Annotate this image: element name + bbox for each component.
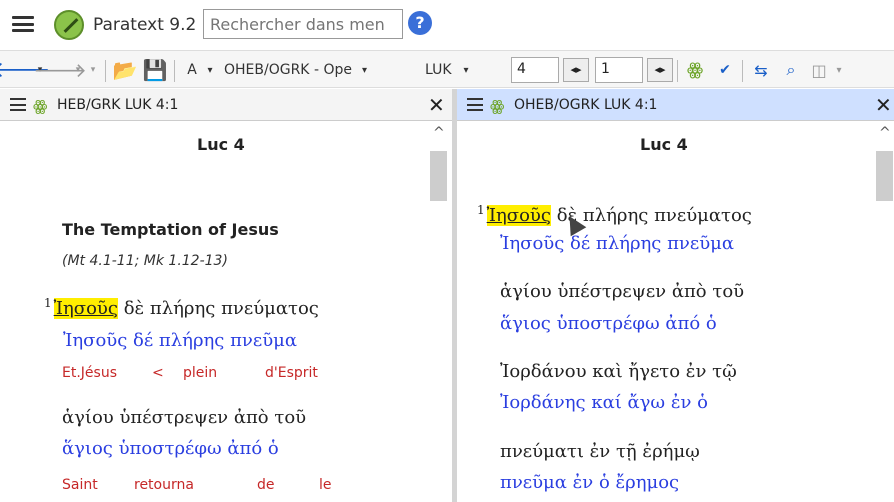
section-heading: The Temptation of Jesus <box>62 220 279 239</box>
book-selector[interactable]: LUK ▾ <box>425 51 473 89</box>
toolbar-separator <box>174 60 175 82</box>
gloss-word: plein <box>183 365 218 381</box>
lemma-line: Ἰορδάνης καί ἄγω ἐν ὁ <box>500 392 708 413</box>
right-text-pane: ꙮ OHEB/OGRK LUK 4:1 ✕ ^ Luc 4 1 Ἰησοῦς δὲ… <box>457 89 894 502</box>
greek-line: Ἰορδάνου καὶ ἤγετο ἐν τῷ <box>500 361 737 382</box>
close-icon[interactable]: ✕ <box>428 93 445 117</box>
checklist-icon[interactable]: ✔ <box>712 51 738 89</box>
lemma-line: πνεῦμα ἐν ὁ ἔρημος <box>500 472 680 493</box>
greek-line: ἁγίου ὑπέστρεψεν ἀπὸ τοῦ <box>500 281 745 302</box>
gloss-word: de <box>257 477 275 493</box>
highlighted-word[interactable]: Ἰησοῦς <box>486 205 551 226</box>
highlighted-word[interactable]: Ἰησοῦς <box>53 298 118 319</box>
left-pane-title: HEB/GRK LUK 4:1 <box>57 97 179 113</box>
toolbar-separator <box>677 60 678 82</box>
right-pane-title: OHEB/OGRK LUK 4:1 <box>514 97 658 113</box>
left-pane-header: ꙮ HEB/GRK LUK 4:1 ✕ <box>0 89 452 121</box>
pane-menu-icon[interactable] <box>10 98 26 111</box>
paratext-logo-icon <box>54 10 84 40</box>
main-toolbar: 🡐 ▾ 🡒 ▾ ▾ 📂 💾 A ▾ OHEB/OGRK - Opе ▾ LUK … <box>0 50 894 88</box>
scroll-thumb[interactable] <box>430 151 447 201</box>
right-scrollbar[interactable]: ^ <box>874 121 894 502</box>
chapter-title: Luc 4 <box>640 135 688 154</box>
gloss-word: < <box>152 365 164 381</box>
open-folder-icon[interactable]: 📂 <box>112 51 138 89</box>
help-icon[interactable]: ? <box>408 11 432 35</box>
forward-arrow-icon[interactable]: 🡒 <box>33 51 87 89</box>
greek-line: πνεύματι ἐν τῇ ἐρήμῳ <box>500 441 700 462</box>
chapter-input[interactable]: 4 <box>511 57 559 83</box>
gloss-word: d'Esprit <box>265 365 318 381</box>
chapter-stepper[interactable]: ◂▸ <box>563 58 589 82</box>
project-selector-label: OHEB/OGRK - Opе <box>224 62 352 78</box>
link-icon: ꙮ <box>33 97 48 115</box>
gloss-word: Et.Jésus <box>62 365 117 381</box>
lemma-line: ἅγιος ὑποστρέφω ἀπό ὁ <box>500 313 717 334</box>
app-title: Paratext 9.2 <box>93 15 197 35</box>
verse-stepper[interactable]: ◂▸ <box>647 58 673 82</box>
greek-line: 1 Ἰησοῦς δὲ πλήρης πνεύματος <box>44 296 319 319</box>
font-dropdown-icon[interactable]: ▾ <box>203 51 217 89</box>
verse-number: 1 <box>44 296 52 310</box>
audio-dropdown-icon[interactable]: ▾ <box>832 51 846 89</box>
lemma-line: Ἰησοῦς δέ πλήρης πνεῦμα <box>500 233 734 254</box>
interlinear-icon[interactable]: ⇆ <box>748 51 774 89</box>
project-dropdown-icon: ▾ <box>361 64 367 76</box>
toolbar-separator <box>105 60 106 82</box>
left-text-pane: ꙮ HEB/GRK LUK 4:1 ✕ ^ Luc 4 The Temptati… <box>0 89 452 502</box>
audio-icon[interactable]: ◫ <box>806 51 832 89</box>
gloss-word: retourna <box>134 477 194 493</box>
project-selector[interactable]: OHEB/OGRK - Opе ▾ <box>224 51 404 89</box>
right-pane-header: ꙮ OHEB/OGRK LUK 4:1 ✕ <box>457 89 894 121</box>
gloss-word: le <box>319 477 332 493</box>
font-button[interactable]: A <box>183 51 201 89</box>
back-arrow-icon[interactable]: 🡐 <box>0 51 51 89</box>
find-icon[interactable]: ⌕ <box>778 51 804 89</box>
save-icon[interactable]: 💾 <box>142 51 168 89</box>
link-texts-icon[interactable]: ꙮ <box>682 51 708 89</box>
chapter-title: Luc 4 <box>197 135 245 154</box>
scroll-thumb[interactable] <box>876 151 893 201</box>
forward-dropdown-icon[interactable]: ▾ <box>72 51 84 89</box>
title-bar: Paratext 9.2 ? <box>0 0 894 48</box>
pane-menu-icon[interactable] <box>467 98 483 111</box>
history-dropdown-icon[interactable]: ▾ <box>86 51 100 89</box>
book-selector-label: LUK <box>425 62 452 78</box>
left-scrollbar[interactable]: ^ <box>428 121 450 502</box>
gloss-word: Saint <box>62 477 98 493</box>
greek-line: ἁγίου ὑπέστρεψεν ἀπὸ τοῦ <box>62 407 307 428</box>
toolbar-separator <box>742 60 743 82</box>
verse-number: 1 <box>477 203 485 217</box>
close-icon[interactable]: ✕ <box>875 93 892 117</box>
menu-search-input[interactable] <box>203 9 403 39</box>
greek-text: δὲ πλήρης πνεύματος <box>123 298 319 319</box>
greek-line: 1 Ἰησοῦς δὲ πλήρης πνεύματος <box>477 203 752 226</box>
main-menu-icon[interactable] <box>12 16 34 32</box>
parallel-reference: (Mt 4.1-11; Mk 1.12-13) <box>62 253 228 269</box>
lemma-line: ἅγιος ὑποστρέφω ἀπό ὁ <box>62 438 279 459</box>
book-dropdown-icon: ▾ <box>463 64 469 76</box>
link-icon: ꙮ <box>490 97 505 115</box>
verse-input[interactable]: 1 <box>595 57 643 83</box>
scroll-up-icon[interactable]: ^ <box>879 125 891 141</box>
greek-text: δὲ πλήρης πνεύματος <box>556 205 752 226</box>
scroll-up-icon[interactable]: ^ <box>433 125 445 141</box>
lemma-line: Ἰησοῦς δέ πλήρης πνεῦμα <box>63 330 297 351</box>
